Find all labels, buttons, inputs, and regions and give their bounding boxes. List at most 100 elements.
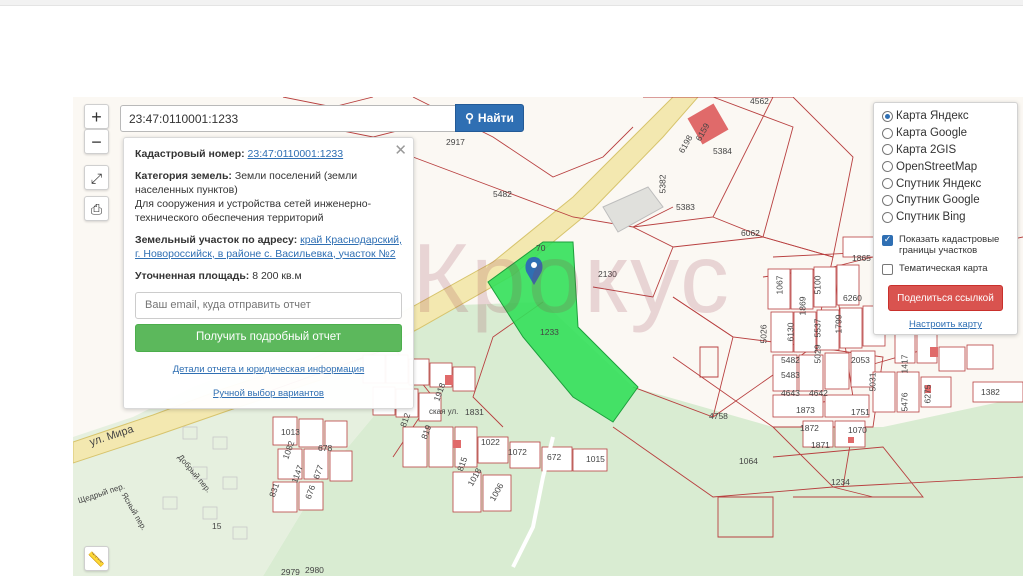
map-label: 5382 [657, 174, 668, 194]
map-label: 2917 [446, 137, 465, 147]
layer-option-label: Спутник Яндекс [896, 177, 982, 190]
layer-option-bing-satellite[interactable]: Спутник Bing [882, 209, 1009, 226]
map-label: 2979 [281, 567, 300, 576]
cadastral-row: Кадастровый номер: 23:47:0110001:1233 [135, 148, 402, 162]
map-label: 1022 [481, 437, 500, 447]
show-borders-label: Показать кадастровые границы участков [899, 233, 1000, 257]
show-borders-toggle[interactable]: ✓ Показать кадастровые границы участков [882, 234, 1009, 258]
map-label: 5384 [713, 146, 732, 156]
map-label: 1382 [981, 387, 1000, 397]
thematic-map-toggle[interactable]: Тематическая карта [882, 263, 1009, 276]
info-panel: ✕ Кадастровый номер: 23:47:0110001:1233 … [123, 137, 414, 409]
layer-option-label: Карта Яндекс [896, 110, 969, 123]
map-label: 1869 [797, 296, 808, 316]
category-row: Категория земель: Земли поселений (земли… [135, 170, 402, 226]
map-label: 2980 [305, 565, 324, 575]
checkbox-icon[interactable] [882, 264, 893, 276]
map-label: 5482 [493, 189, 512, 199]
layer-option-yandex-map[interactable]: Карта Яндекс [882, 108, 1009, 125]
area-label: Уточненная площадь: [135, 269, 250, 282]
layer-option-label: Карта Google [896, 127, 968, 140]
cadastral-label: Кадастровый номер: [135, 148, 245, 160]
share-link-button[interactable]: Поделиться ссылкой [888, 285, 1003, 312]
map-label: 1417 [899, 354, 910, 374]
configure-map-link[interactable]: Настроить карту [882, 319, 1009, 330]
layer-option-label: Карта 2GIS [896, 143, 957, 156]
map-label: 1873 [796, 405, 815, 415]
layer-option-yandex-satellite[interactable]: Спутник Яндекс [882, 175, 1009, 192]
layer-option-osm[interactable]: OpenStreetMap [882, 158, 1009, 175]
map-label: 6260 [843, 293, 862, 303]
street-label: ская ул. [429, 407, 459, 416]
map-label: 6062 [741, 228, 760, 238]
radio-icon[interactable] [882, 110, 893, 122]
printer-icon: ⎙ [90, 200, 103, 217]
map-label: 5476 [899, 392, 910, 412]
layer-option-label: Спутник Google [896, 194, 980, 207]
expand-icon: ⤢ [90, 169, 103, 186]
find-button-label: Найти [477, 111, 514, 125]
map-label: 4562 [750, 97, 769, 106]
category-label: Категория земель: [135, 169, 232, 182]
map-label: 5100 [812, 275, 823, 295]
thematic-map-label: Тематическая карта [899, 263, 988, 275]
area-row: Уточненная площадь: 8 200 кв.м [135, 270, 402, 284]
map-label: 1015 [586, 454, 605, 464]
radio-icon[interactable] [882, 161, 893, 173]
address-row: Земельный участок по адресу: край Красно… [135, 234, 402, 262]
radio-icon[interactable] [882, 194, 893, 206]
map-label: 5029 [812, 344, 823, 364]
print-button[interactable]: ⎙ [84, 196, 109, 221]
watermark: Крокус [412, 223, 731, 333]
area-value: 8 200 кв.м [252, 269, 302, 282]
map-label: 4642 [809, 388, 828, 398]
manual-selection-link[interactable]: Ручной выбор вариантов [135, 388, 402, 401]
map-label: 5537 [812, 318, 823, 338]
layer-option-2gis-map[interactable]: Карта 2GIS [882, 142, 1009, 159]
radio-icon[interactable] [882, 178, 893, 190]
search-input[interactable] [120, 105, 456, 132]
map-label: 1751 [851, 407, 870, 417]
page: 4562 5384 5482 5382 5383 6062 70 2130 12… [0, 0, 1023, 576]
radio-icon[interactable] [882, 144, 893, 156]
map-label: 5383 [676, 202, 695, 212]
map-label: 1234 [831, 477, 850, 487]
layer-option-label: OpenStreetMap [896, 160, 978, 173]
map-label: 1865 [852, 253, 871, 263]
map-label: 1070 [848, 425, 867, 435]
radio-icon[interactable] [882, 211, 893, 223]
map-label: 5482 [781, 355, 800, 365]
map-label: 5483 [781, 370, 800, 380]
layer-option-google-satellite[interactable]: Спутник Google [882, 192, 1009, 209]
get-report-button[interactable]: Получить подробный отчет [135, 323, 402, 352]
map-label: 15 [212, 521, 222, 531]
map-label: 1871 [811, 440, 830, 450]
fullscreen-button[interactable]: ⤢ [84, 165, 109, 190]
map-label: 5031 [867, 372, 878, 392]
map-label: 1064 [739, 456, 758, 466]
zoom-in-button[interactable]: + [84, 104, 109, 129]
map-label: 5026 [758, 324, 769, 344]
email-input[interactable] [135, 291, 402, 319]
radio-icon[interactable] [882, 127, 893, 139]
map-label: 1067 [774, 275, 785, 295]
map-label: 6275 [922, 384, 933, 404]
zoom-out-button[interactable]: − [84, 129, 109, 154]
map-label: 6130 [785, 322, 796, 342]
map-label: 1013 [281, 427, 300, 437]
checkbox-checked-icon[interactable]: ✓ [882, 234, 893, 246]
layer-option-label: Спутник Bing [896, 211, 966, 224]
map-label: 2053 [851, 355, 870, 365]
address-label: Земельный участок по адресу: [135, 233, 298, 246]
map-label: 672 [547, 452, 562, 462]
find-button[interactable]: ⚲ Найти [455, 104, 524, 132]
cadastral-link[interactable]: 23:47:0110001:1233 [248, 148, 344, 160]
map-label: 1072 [508, 447, 527, 457]
close-icon[interactable]: ✕ [394, 141, 407, 161]
map-label: 1831 [465, 407, 484, 417]
details-link[interactable]: Детали отчета и юридическая информация [135, 364, 402, 377]
ruler-button[interactable]: 📏 [84, 546, 109, 571]
layers-panel: Карта Яндекс Карта Google Карта 2GIS Ope… [873, 102, 1018, 335]
map-label: 1799 [833, 314, 844, 334]
layer-option-google-map[interactable]: Карта Google [882, 125, 1009, 142]
